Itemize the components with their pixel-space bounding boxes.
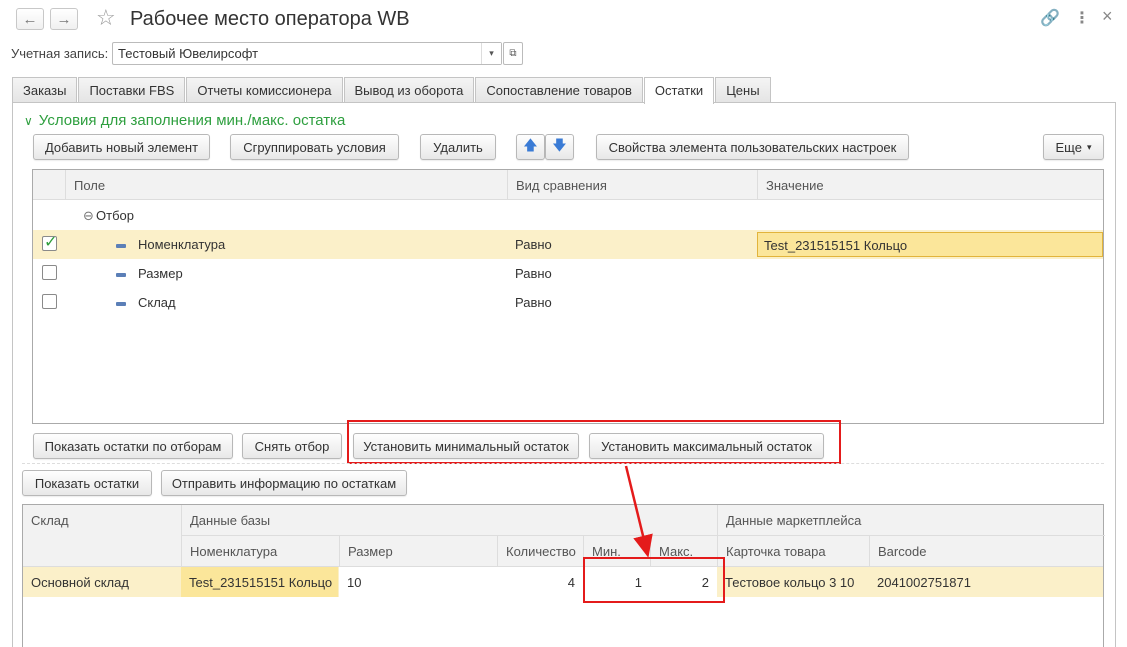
annotation-arrow [624,465,653,558]
tab-stock[interactable]: Остатки [643,77,715,104]
